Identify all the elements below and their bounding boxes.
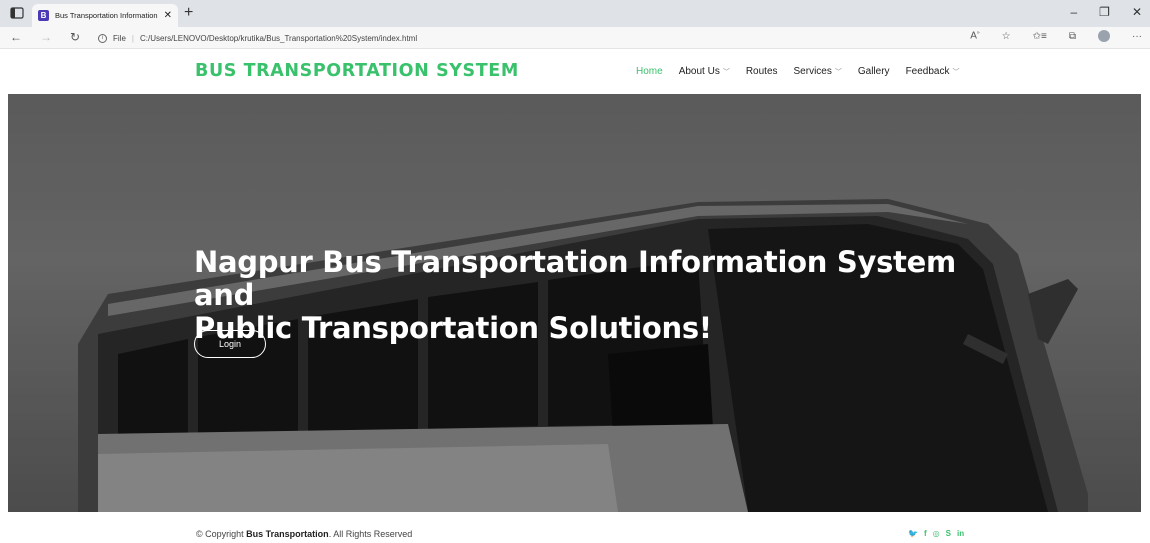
chevron-down-icon: ﹀: [952, 68, 960, 76]
instagram-icon[interactable]: ◎: [933, 529, 940, 538]
collections-icon[interactable]: ⧉: [1069, 31, 1076, 42]
more-icon[interactable]: ···: [1132, 31, 1142, 42]
twitter-icon[interactable]: 🐦: [908, 529, 918, 538]
url-separator: |: [131, 33, 134, 43]
nav-services[interactable]: Services ﹀: [794, 66, 842, 77]
nav-services-label: Services: [793, 66, 832, 77]
copyright-suffix: . All Rights Reserved: [328, 529, 413, 539]
site-header: BUS TRANSPORTATION SYSTEM Home About Us ﹀…: [0, 49, 1150, 94]
chevron-down-icon: ﹀: [834, 68, 842, 76]
add-favorite-icon[interactable]: ☆: [1002, 31, 1011, 42]
hero-title-line1: Nagpur Bus Transportation Information Sy…: [194, 245, 956, 312]
browser-tab-bar: B Bus Transportation Information S ✕ + –…: [0, 0, 1150, 27]
social-links: 🐦 f ◎ S in: [908, 529, 964, 538]
restore-icon[interactable]: ❐: [1099, 5, 1110, 19]
login-button[interactable]: Login: [194, 330, 266, 358]
window-controls: – ❐ ✕: [1070, 5, 1142, 19]
close-tab-icon[interactable]: ✕: [164, 10, 172, 21]
hero-title: Nagpur Bus Transportation Information Sy…: [194, 246, 1014, 345]
copyright-brand: Bus Transportation: [246, 529, 329, 539]
url-field[interactable]: i File | C:/Users/LENOVO/Desktop/krutika…: [98, 29, 958, 47]
browser-tab[interactable]: B Bus Transportation Information S ✕: [32, 4, 178, 27]
minimize-icon[interactable]: –: [1070, 5, 1077, 19]
hero-title-line2: Public Transportation Solutions!: [194, 311, 712, 345]
new-tab-icon[interactable]: +: [184, 4, 193, 22]
address-bar: ← → ↻ i File | C:/Users/LENOVO/Desktop/k…: [0, 27, 1150, 49]
nav-home-label: Home: [636, 66, 663, 77]
hero-section: Nagpur Bus Transportation Information Sy…: [8, 94, 1141, 512]
favorites-icon[interactable]: ✩≡: [1033, 31, 1047, 42]
favicon-icon: B: [38, 10, 49, 21]
info-icon[interactable]: i: [98, 33, 107, 43]
forward-icon[interactable]: →: [40, 30, 52, 44]
skype-icon[interactable]: S: [946, 529, 951, 538]
nav-routes[interactable]: Routes: [746, 66, 778, 77]
nav-about-us-label: About Us: [678, 66, 720, 77]
tab-title: Bus Transportation Information S: [55, 11, 158, 20]
back-icon[interactable]: ←: [10, 30, 22, 44]
chevron-down-icon: ﹀: [722, 68, 730, 76]
nav-feedback[interactable]: Feedback ﹀: [906, 66, 960, 77]
url-text: C:/Users/LENOVO/Desktop/krutika/Bus_Tran…: [139, 33, 418, 43]
main-nav: Home About Us ﹀ Routes Services ﹀ Gallery …: [636, 66, 975, 77]
site-footer: © Copyright Bus Transportation. All Righ…: [0, 512, 1150, 543]
copyright-prefix: © Copyright: [196, 529, 244, 539]
profile-avatar[interactable]: [1098, 30, 1110, 42]
nav-home[interactable]: Home: [636, 66, 663, 77]
url-scheme-label: File: [113, 33, 126, 43]
nav-gallery-label: Gallery: [857, 66, 890, 77]
browser-toolbar-icons: A» ☆ ✩≡ ⧉ ···: [970, 30, 1142, 42]
read-aloud-icon[interactable]: A»: [970, 30, 979, 41]
nav-routes-label: Routes: [745, 66, 778, 77]
copyright-text: © Copyright Bus Transportation. All Righ…: [196, 529, 412, 539]
nav-about-us[interactable]: About Us ﹀: [679, 66, 730, 77]
facebook-icon[interactable]: f: [924, 529, 927, 538]
close-window-icon[interactable]: ✕: [1132, 5, 1142, 19]
tab-actions-icon[interactable]: [10, 6, 26, 20]
nav-feedback-label: Feedback: [905, 66, 950, 77]
refresh-icon[interactable]: ↻: [70, 30, 80, 44]
site-logo[interactable]: BUS TRANSPORTATION SYSTEM: [195, 61, 519, 81]
nav-gallery[interactable]: Gallery: [858, 66, 890, 77]
linkedin-icon[interactable]: in: [957, 529, 964, 538]
